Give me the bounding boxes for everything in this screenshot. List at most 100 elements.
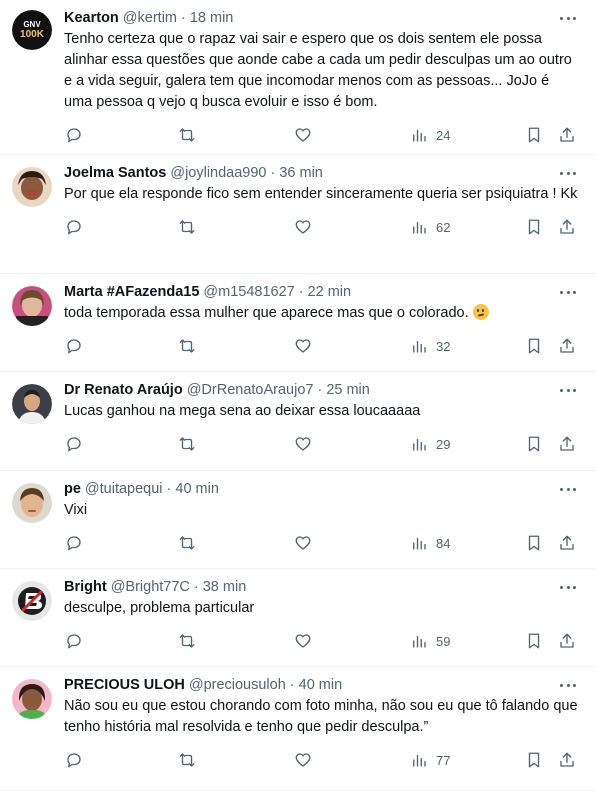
action-bar: 59 — [0, 623, 596, 659]
author-handle[interactable]: @tuitapequi — [85, 479, 163, 499]
tweet[interactable]: Joelma Santos @joylindaa990 · 36 min Por… — [0, 155, 596, 274]
bookmark-button[interactable] — [525, 218, 543, 236]
like-button[interactable] — [294, 632, 312, 650]
like-icon — [295, 220, 311, 234]
bookmark-button[interactable] — [525, 337, 543, 355]
like-button[interactable] — [294, 337, 312, 355]
views-button[interactable]: 32 — [410, 337, 450, 355]
tweet[interactable]: pe @tuitapequi · 40 min Vixi 84 — [0, 471, 596, 569]
author-handle[interactable]: @kertim — [123, 8, 177, 28]
author-name[interactable]: Dr Renato Araújo — [64, 380, 183, 400]
views-button[interactable]: 84 — [410, 534, 450, 552]
author-name[interactable]: Marta #AFazenda15 — [64, 282, 199, 302]
author-name[interactable]: Kearton — [64, 8, 119, 28]
like-button[interactable] — [294, 218, 312, 236]
reply-icon — [67, 220, 81, 235]
retweet-button[interactable] — [178, 435, 196, 453]
avatar[interactable] — [12, 286, 52, 326]
avatar[interactable]: GNV 100K — [12, 10, 52, 50]
retweet-button[interactable] — [178, 751, 196, 769]
timestamp[interactable]: 40 min — [299, 675, 343, 695]
share-button[interactable] — [558, 632, 576, 650]
more-icon[interactable] — [558, 10, 578, 26]
like-button[interactable] — [294, 751, 312, 769]
more-icon[interactable] — [558, 165, 578, 181]
timestamp[interactable]: 38 min — [203, 577, 247, 597]
avatar[interactable] — [12, 679, 52, 719]
author-name[interactable]: Joelma Santos — [64, 163, 166, 183]
views-button[interactable]: 29 — [410, 435, 450, 453]
reply-button[interactable] — [65, 534, 83, 552]
author-handle[interactable]: @preciousuloh — [189, 675, 286, 695]
author-handle[interactable]: @Bright77C — [111, 577, 190, 597]
tweet-text-content: toda temporada essa mulher que aparece m… — [64, 305, 469, 321]
tweet-text: Não sou eu que estou chorando com foto m… — [64, 698, 578, 735]
author-name[interactable]: pe — [64, 479, 81, 499]
share-button[interactable] — [558, 218, 576, 236]
retweet-button[interactable] — [178, 337, 196, 355]
more-icon[interactable] — [558, 579, 578, 595]
timestamp[interactable]: 36 min — [279, 163, 323, 183]
more-icon[interactable] — [558, 481, 578, 497]
tweet[interactable]: GNV 100K Kearton @kertim · 18 min Tenho … — [0, 0, 596, 155]
bookmark-button[interactable] — [525, 751, 543, 769]
retweet-icon — [179, 536, 195, 550]
share-button[interactable] — [558, 751, 576, 769]
author-handle[interactable]: @m15481627 — [203, 282, 294, 302]
timestamp[interactable]: 18 min — [190, 8, 234, 28]
bookmark-icon — [528, 338, 540, 354]
share-icon — [560, 127, 574, 142]
views-button[interactable]: 59 — [410, 632, 450, 650]
like-button[interactable] — [294, 126, 312, 144]
like-icon — [295, 536, 311, 550]
timestamp[interactable]: 22 min — [308, 282, 352, 302]
reply-button[interactable] — [65, 218, 83, 236]
avatar[interactable] — [12, 581, 52, 621]
share-icon — [560, 752, 574, 767]
retweet-icon — [179, 128, 195, 142]
more-icon[interactable] — [558, 382, 578, 398]
bookmark-icon — [528, 752, 540, 768]
more-icon[interactable] — [558, 284, 578, 300]
bookmark-button[interactable] — [525, 435, 543, 453]
retweet-button[interactable] — [178, 632, 196, 650]
share-button[interactable] — [558, 534, 576, 552]
tweet[interactable]: Dr Renato Araújo @DrRenatoAraujo7 · 25 m… — [0, 372, 596, 471]
more-icon[interactable] — [558, 677, 578, 693]
separator: · — [181, 10, 186, 26]
share-button[interactable] — [558, 337, 576, 355]
share-button[interactable] — [558, 435, 576, 453]
avatar[interactable] — [12, 483, 52, 523]
avatar[interactable] — [12, 167, 52, 207]
reply-icon — [67, 753, 81, 768]
share-button[interactable] — [558, 126, 576, 144]
tweet[interactable]: Bright @Bright77C · 38 min desculpe, pro… — [0, 569, 596, 667]
timestamp[interactable]: 40 min — [175, 479, 219, 499]
retweet-button[interactable] — [178, 534, 196, 552]
retweet-button[interactable] — [178, 126, 196, 144]
like-button[interactable] — [294, 534, 312, 552]
reply-button[interactable] — [65, 435, 83, 453]
views-button[interactable]: 24 — [410, 126, 450, 144]
bookmark-button[interactable] — [525, 126, 543, 144]
bookmark-button[interactable] — [525, 632, 543, 650]
tweet[interactable]: Marta #AFazenda15 @m15481627 · 22 min to… — [0, 274, 596, 372]
avatar[interactable] — [12, 384, 52, 424]
like-button[interactable] — [294, 435, 312, 453]
views-count: 24 — [436, 127, 451, 143]
author-handle[interactable]: @DrRenatoAraujo7 — [187, 380, 314, 400]
reply-button[interactable] — [65, 751, 83, 769]
author-name[interactable]: PRECIOUS ULOH — [64, 675, 185, 695]
reply-button[interactable] — [65, 337, 83, 355]
views-button[interactable]: 77 — [410, 751, 450, 769]
views-button[interactable]: 62 — [410, 218, 450, 236]
timestamp[interactable]: 25 min — [326, 380, 370, 400]
author-name[interactable]: Bright — [64, 577, 107, 597]
reply-button[interactable] — [65, 632, 83, 650]
bookmark-button[interactable] — [525, 534, 543, 552]
tweet[interactable]: PRECIOUS ULOH @preciousuloh · 40 min Não… — [0, 667, 596, 791]
retweet-button[interactable] — [178, 218, 196, 236]
reply-button[interactable] — [65, 126, 83, 144]
action-bar: 24 — [0, 117, 596, 153]
author-handle[interactable]: @joylindaa990 — [170, 163, 266, 183]
